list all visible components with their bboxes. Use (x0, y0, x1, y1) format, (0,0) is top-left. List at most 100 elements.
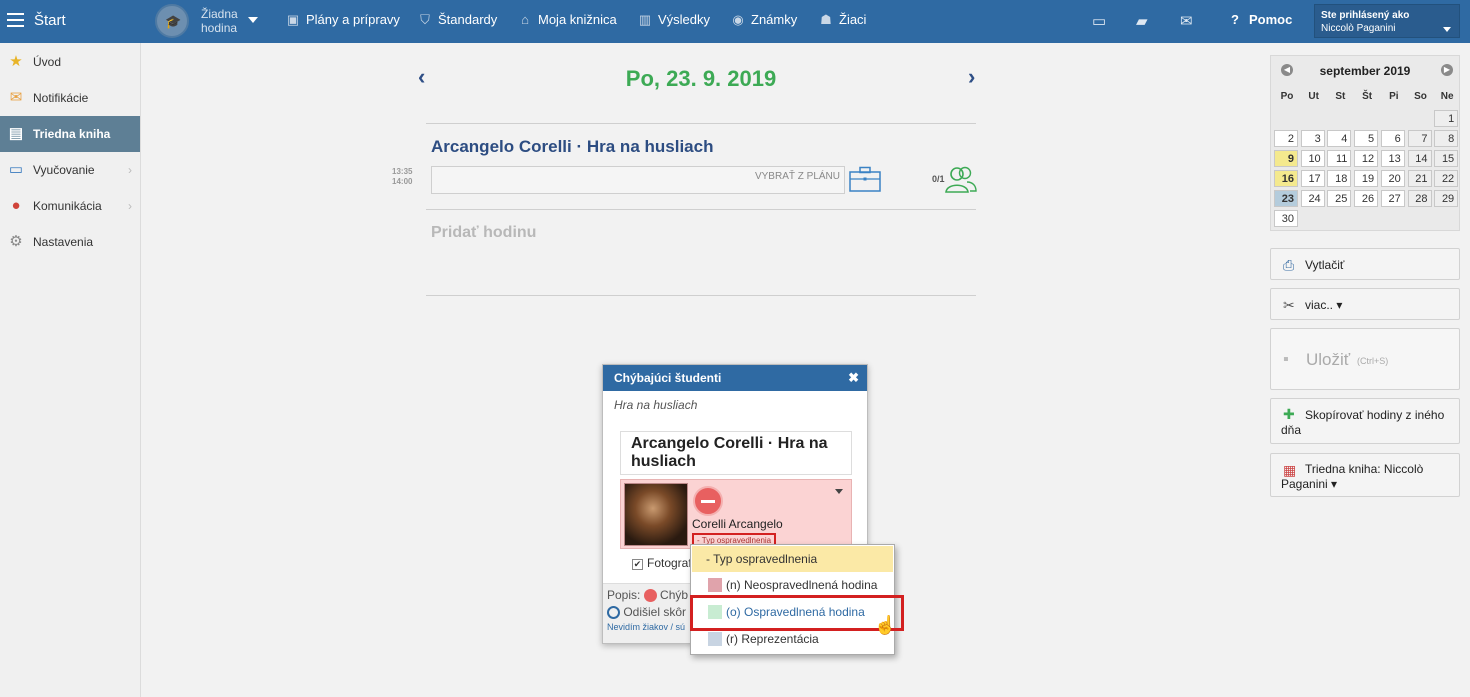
previous-day-icon[interactable]: ‹ (418, 64, 425, 90)
calendar-day-name: Ne (1440, 91, 1454, 102)
color-swatch (708, 577, 722, 592)
calendar-day-name: Št (1362, 91, 1373, 102)
open-book-icon: ▭ (8, 161, 24, 178)
calendar-day[interactable]: 23 (1274, 190, 1298, 207)
student-photo (624, 483, 688, 546)
tools-icon: ✂ (1283, 297, 1295, 313)
calendar-day[interactable]: 22 (1434, 170, 1459, 187)
copy-lessons-button[interactable]: ✚ Skopírovať hodiny z iného dňa (1270, 398, 1460, 444)
student-name: Corelli Arcangelo (692, 517, 783, 531)
absent-icon[interactable] (693, 486, 723, 516)
nav-library[interactable]: ⌂ Moja knižnica (516, 12, 617, 27)
calendar-day[interactable]: 30 (1274, 210, 1298, 227)
book-icon: ▤ (8, 125, 24, 142)
nav-results[interactable]: ▥ Výsledky (636, 12, 710, 28)
grades-icon: ◉ (732, 12, 744, 27)
calendar-month: september 2019 (1319, 64, 1411, 78)
calendar-day[interactable]: 25 (1327, 190, 1352, 207)
calendar-day[interactable]: 29 (1434, 190, 1459, 207)
attendance-people-icon[interactable] (945, 165, 977, 193)
calendar-day[interactable]: 12 (1354, 150, 1379, 167)
nav-grades[interactable]: ◉ Známky (729, 12, 797, 28)
calendar-day-name: Pi (1389, 91, 1399, 102)
sidebar-item-nastavenia[interactable]: ⚙ Nastavenia (0, 224, 140, 260)
checkbox-checked-icon[interactable]: ✔ (632, 559, 643, 570)
briefcase-icon: ▣ (286, 12, 300, 27)
envelope-icon: ✉ (9, 89, 23, 106)
add-lesson-button[interactable]: Pridať hodinu (431, 224, 536, 242)
help-link[interactable]: ? Pomoc (1231, 12, 1292, 27)
classbook-button[interactable]: ▦ Triedna kniha: Niccolò Paganini ▾ (1270, 453, 1460, 497)
calendar-day[interactable]: 8 (1434, 130, 1459, 147)
lesson-selector-label[interactable]: Žiadna hodina (201, 7, 247, 35)
library-icon: ⌂ (521, 12, 529, 27)
chat-icon[interactable]: ▰ (1136, 12, 1148, 30)
user-menu[interactable]: Ste prihlásený ako Niccolò Paganini (1314, 4, 1460, 38)
calendar-day[interactable]: 6 (1380, 130, 1405, 147)
photo-checkbox[interactable]: ✔ Fotograf (632, 556, 692, 570)
calendar-day[interactable]: 17 (1300, 170, 1325, 187)
calendar-day[interactable]: 21 (1407, 170, 1432, 187)
divider (426, 295, 976, 296)
sidebar-item-komunikacia[interactable]: ● Komunikácia › (0, 188, 140, 224)
sidebar-item-triedna-kniha[interactable]: ▤ Triedna kniha (0, 116, 140, 152)
print-button[interactable]: ⎙ Vytlačiť (1270, 248, 1460, 280)
save-button[interactable]: ▪ Uložiť (Ctrl+S) (1270, 328, 1460, 390)
lesson-selector-icon[interactable]: 🎓 (155, 4, 189, 38)
calendar-day[interactable]: 2 (1274, 130, 1298, 147)
dialog-subtitle: Hra na husliach (614, 398, 698, 412)
cast-icon[interactable]: ▭ (1092, 12, 1106, 30)
next-month-icon[interactable]: ▶ (1441, 64, 1453, 76)
sidebar-item-notifikacie[interactable]: ✉ Notifikácie (0, 80, 140, 116)
calendar-day[interactable]: 3 (1300, 130, 1325, 147)
calendar-day[interactable]: 18 (1327, 170, 1352, 187)
start-link[interactable]: Štart (34, 12, 66, 29)
student-card[interactable]: Corelli Arcangelo - Typ ospravedlnenia (620, 479, 852, 549)
calendar-day[interactable]: 20 (1380, 170, 1405, 187)
dropdown-option-none[interactable]: - Typ ospravedlnenia (692, 546, 893, 572)
calendar-day[interactable]: 19 (1354, 170, 1379, 187)
calendar-day[interactable]: 11 (1327, 150, 1352, 167)
calendar-day[interactable]: 27 (1380, 190, 1405, 207)
calendar-day[interactable]: 28 (1407, 190, 1432, 207)
nav-plans[interactable]: ▣ Plány a prípravy (284, 12, 400, 28)
briefcase-icon[interactable] (849, 166, 881, 192)
select-from-plan-button[interactable]: VYBRAŤ Z PLÁNU (755, 171, 840, 182)
calendar-day[interactable]: 7 (1407, 130, 1432, 147)
sidebar-item-vyucovanie[interactable]: ▭ Vyučovanie › (0, 152, 140, 188)
calendar-day[interactable]: 14 (1407, 150, 1432, 167)
calendar-day[interactable]: 13 (1380, 150, 1405, 167)
chevron-right-icon: › (128, 163, 132, 177)
plan-topic-input[interactable]: VYBRAŤ Z PLÁNU (431, 166, 845, 194)
close-icon[interactable]: ✖ (848, 370, 859, 386)
mail-icon[interactable]: ✉ (1180, 12, 1193, 30)
calendar-day[interactable]: 15 (1434, 150, 1459, 167)
date-header: ‹ Po, 23. 9. 2019 › (418, 64, 986, 94)
calendar-day[interactable]: 26 (1354, 190, 1379, 207)
cant-see-students-link[interactable]: Nevidím žiakov / sú (607, 622, 685, 632)
chevron-down-icon (1443, 27, 1451, 32)
chevron-down-icon[interactable] (248, 17, 258, 23)
sidebar-item-uvod[interactable]: ★ Úvod (0, 44, 140, 80)
more-button[interactable]: ✂ viac.. ▾ (1270, 288, 1460, 320)
next-day-icon[interactable]: › (968, 64, 975, 90)
color-swatch (708, 631, 722, 646)
nav-standards[interactable]: ⛉ Štandardy (416, 12, 497, 28)
hamburger-menu-icon[interactable] (7, 13, 24, 27)
calendar-day[interactable]: 5 (1354, 130, 1379, 147)
calendar-day[interactable]: 16 (1274, 170, 1298, 187)
chevron-down-icon[interactable] (835, 489, 843, 494)
calendar-day[interactable]: 1 (1434, 110, 1459, 127)
floppy-icon: ▪ (1283, 351, 1289, 368)
calendar-day[interactable]: 4 (1327, 130, 1352, 147)
bar-chart-icon: ▥ (638, 12, 652, 27)
calendar-day[interactable]: 10 (1300, 150, 1325, 167)
nav-students[interactable]: ☗ Žiaci (817, 12, 866, 28)
students-icon: ☗ (820, 12, 832, 27)
calendar-day[interactable]: 9 (1274, 150, 1298, 167)
lesson-title[interactable]: Arcangelo Corelli · Hra na husliach (431, 137, 713, 157)
hand-cursor-icon: ☝ (874, 615, 897, 635)
user-label: Ste prihlásený ako (1321, 10, 1410, 21)
calendar-day[interactable]: 24 (1300, 190, 1325, 207)
calendar-day-name: St (1335, 91, 1346, 102)
